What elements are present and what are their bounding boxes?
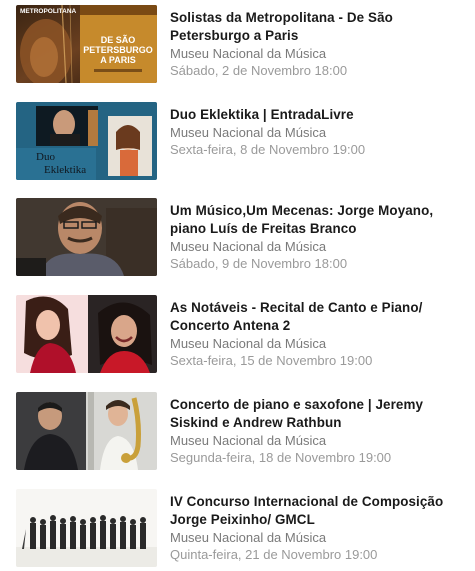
event-thumbnail[interactable]	[16, 198, 157, 276]
event-thumbnail[interactable]: Duo Eklektika	[16, 102, 157, 180]
event-venue: Museu Nacional da Música	[170, 46, 327, 61]
event-title[interactable]: As Notáveis - Recital de Canto e Piano/ …	[170, 299, 470, 335]
event-venue: Museu Nacional da Música	[170, 530, 327, 545]
thumb-brand-text: METROPOLITANA	[20, 8, 77, 15]
event-info: IV Concurso Internacional de Composição …	[170, 493, 470, 563]
event-info: As Notáveis - Recital de Canto e Piano/ …	[170, 299, 470, 369]
event-thumbnail[interactable]	[16, 392, 157, 470]
event-date: Sexta-feira, 15 de Novembro 19:00	[170, 353, 373, 368]
event-info: Concerto de piano e saxofone | Jeremy Si…	[170, 396, 470, 466]
event-item-concurso-composicao[interactable]: IV Concurso Internacional de Composição …	[0, 489, 475, 571]
thumb-duo-text: Duo	[36, 151, 55, 163]
thumb-title-line1: DE SÃO	[101, 35, 136, 45]
event-title[interactable]: Um Músico,Um Mecenas: Jorge Moyano, pian…	[170, 202, 470, 238]
event-thumbnail[interactable]: METROPOLITANA DE SÃO PETERSBURGO A PARIS	[16, 5, 157, 83]
event-date: Quinta-feira, 21 de Novembro 19:00	[170, 547, 378, 562]
event-item-duo-eklektika[interactable]: Duo Eklektika Duo Eklektika | EntradaLiv…	[0, 102, 475, 184]
event-venue: Museu Nacional da Música	[170, 336, 327, 351]
thumb-title-line2: PETERSBURGO	[83, 45, 153, 55]
event-title[interactable]: Solistas da Metropolitana - De São Peter…	[170, 9, 470, 45]
thumb-title-line3: A PARIS	[100, 55, 136, 65]
event-date: Sábado, 2 de Novembro 18:00	[170, 63, 348, 78]
event-title[interactable]: Concerto de piano e saxofone | Jeremy Si…	[170, 396, 470, 432]
event-item-as-notaveis[interactable]: As Notáveis - Recital de Canto e Piano/ …	[0, 295, 475, 377]
event-title[interactable]: IV Concurso Internacional de Composição …	[170, 493, 470, 529]
event-thumbnail[interactable]	[16, 295, 157, 373]
event-date: Sexta-feira, 8 de Novembro 19:00	[170, 142, 366, 157]
thumb-eklektika-text: Eklektika	[44, 164, 86, 176]
event-title[interactable]: Duo Eklektika | EntradaLivre	[170, 106, 470, 124]
event-thumbnail[interactable]	[16, 489, 157, 567]
event-venue: Museu Nacional da Música	[170, 433, 327, 448]
event-item-um-musico-um-mecenas[interactable]: Um Músico,Um Mecenas: Jorge Moyano, pian…	[0, 198, 475, 280]
event-info: Duo Eklektika | EntradaLivre Museu Nacio…	[170, 106, 470, 158]
event-date: Segunda-feira, 18 de Novembro 19:00	[170, 450, 392, 465]
event-venue: Museu Nacional da Música	[170, 239, 327, 254]
event-info: Solistas da Metropolitana - De São Peter…	[170, 9, 470, 79]
event-item-piano-saxofone[interactable]: Concerto de piano e saxofone | Jeremy Si…	[0, 392, 475, 474]
event-list: METROPOLITANA DE SÃO PETERSBURGO A PARIS…	[0, 0, 475, 571]
event-info: Um Músico,Um Mecenas: Jorge Moyano, pian…	[170, 202, 470, 272]
event-date: Sábado, 9 de Novembro 18:00	[170, 256, 348, 271]
event-venue: Museu Nacional da Música	[170, 125, 327, 140]
event-item-solistas-metropolitana[interactable]: METROPOLITANA DE SÃO PETERSBURGO A PARIS…	[0, 5, 475, 87]
